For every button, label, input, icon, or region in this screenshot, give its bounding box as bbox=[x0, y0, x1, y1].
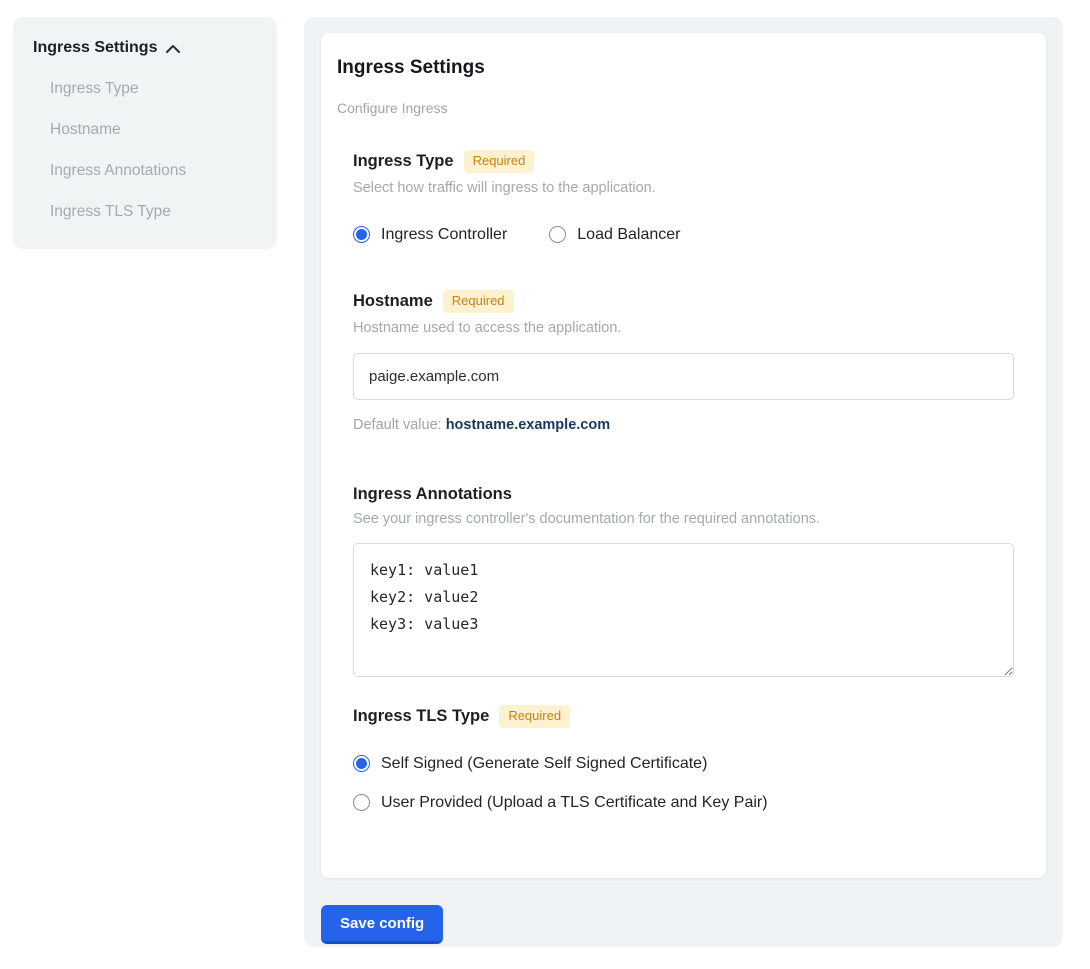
ingress-annotations-help: See your ingress controller's documentat… bbox=[353, 511, 1014, 527]
chevron-up-icon bbox=[166, 44, 180, 53]
hostname-help: Hostname used to access the application. bbox=[353, 320, 1014, 336]
sidebar-nav: Ingress Type Hostname Ingress Annotation… bbox=[33, 80, 257, 221]
sidebar-item-ingress-tls-type[interactable]: Ingress TLS Type bbox=[50, 203, 257, 221]
ingress-tls-type-label: Ingress TLS Type bbox=[353, 707, 489, 726]
card-title: Ingress Settings bbox=[337, 57, 1030, 79]
ingress-type-radio-group: Ingress Controller Load Balancer bbox=[353, 226, 1014, 244]
ingress-settings-card: Ingress Settings Configure Ingress Ingre… bbox=[321, 33, 1046, 878]
required-badge: Required bbox=[443, 290, 514, 313]
required-badge: Required bbox=[464, 150, 535, 173]
ingress-type-help: Select how traffic will ingress to the a… bbox=[353, 180, 1014, 196]
radio-load-balancer[interactable]: Load Balancer bbox=[549, 226, 680, 244]
radio-self-signed-label: Self Signed (Generate Self Signed Certif… bbox=[381, 755, 707, 773]
sidebar-header-ingress-settings[interactable]: Ingress Settings bbox=[33, 39, 257, 57]
ingress-tls-radio-group: Self Signed (Generate Self Signed Certif… bbox=[353, 755, 1014, 812]
radio-selected-icon[interactable] bbox=[353, 226, 370, 243]
sidebar-item-ingress-annotations[interactable]: Ingress Annotations bbox=[50, 162, 257, 180]
radio-self-signed[interactable]: Self Signed (Generate Self Signed Certif… bbox=[353, 755, 1014, 773]
sidebar-item-ingress-type[interactable]: Ingress Type bbox=[50, 80, 257, 98]
hostname-default-value: hostname.example.com bbox=[446, 417, 610, 433]
field-ingress-type: Ingress Type Required Select how traffic… bbox=[353, 150, 1014, 244]
ingress-type-label: Ingress Type bbox=[353, 152, 454, 171]
sidebar-item-hostname[interactable]: Hostname bbox=[50, 121, 257, 139]
radio-user-provided[interactable]: User Provided (Upload a TLS Certificate … bbox=[353, 794, 1014, 812]
ingress-annotations-textarea[interactable]: key1: value1 key2: value2 key3: value3 bbox=[353, 543, 1014, 677]
settings-panel: Ingress Settings Configure Ingress Ingre… bbox=[304, 17, 1063, 947]
ingress-annotations-label: Ingress Annotations bbox=[353, 485, 512, 504]
field-hostname: Hostname Required Hostname used to acces… bbox=[353, 290, 1014, 433]
hostname-default-label: Default value: bbox=[353, 417, 442, 433]
sidebar-header-label: Ingress Settings bbox=[33, 39, 157, 57]
radio-user-provided-label: User Provided (Upload a TLS Certificate … bbox=[381, 794, 768, 812]
radio-ingress-controller-label: Ingress Controller bbox=[381, 226, 507, 244]
radio-unselected-icon[interactable] bbox=[549, 226, 566, 243]
hostname-input[interactable] bbox=[353, 353, 1014, 400]
hostname-label: Hostname bbox=[353, 292, 433, 311]
card-subtitle: Configure Ingress bbox=[337, 100, 1030, 116]
form-fields: Ingress Type Required Select how traffic… bbox=[353, 150, 1014, 812]
radio-unselected-icon[interactable] bbox=[353, 794, 370, 811]
field-ingress-tls-type: Ingress TLS Type Required Self Signed (G… bbox=[353, 705, 1014, 812]
sidebar: Ingress Settings Ingress Type Hostname I… bbox=[13, 17, 277, 249]
required-badge: Required bbox=[499, 705, 570, 728]
radio-ingress-controller[interactable]: Ingress Controller bbox=[353, 226, 507, 244]
save-config-button[interactable]: Save config bbox=[321, 905, 443, 944]
field-ingress-annotations: Ingress Annotations See your ingress con… bbox=[353, 485, 1014, 677]
radio-selected-icon[interactable] bbox=[353, 755, 370, 772]
hostname-default-line: Default value: hostname.example.com bbox=[353, 417, 1014, 433]
radio-load-balancer-label: Load Balancer bbox=[577, 226, 680, 244]
